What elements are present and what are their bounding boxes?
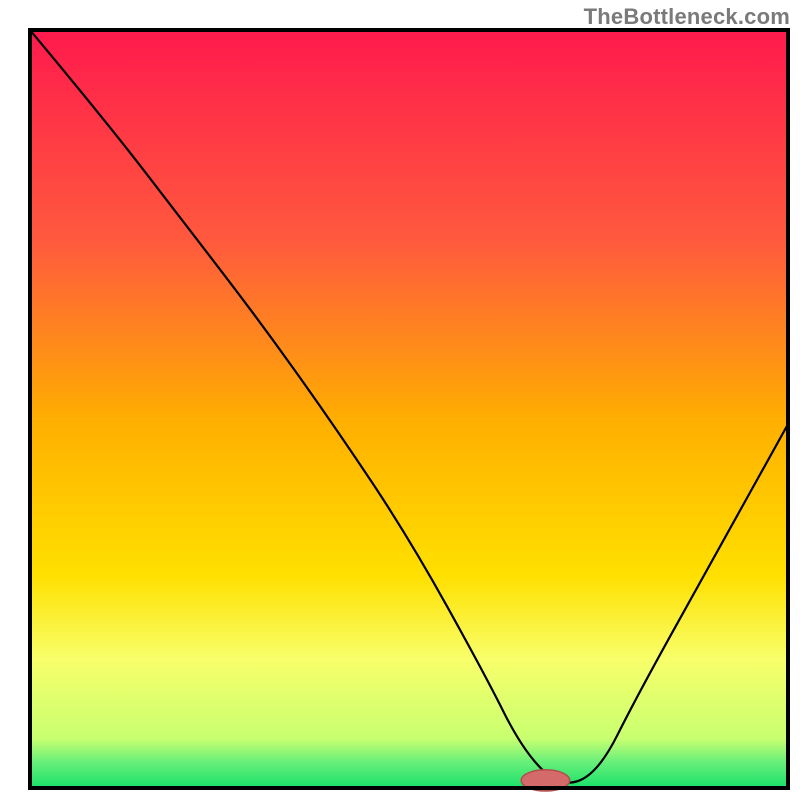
bottleneck-chart (0, 0, 800, 800)
plot-background (30, 30, 788, 788)
chart-container: TheBottleneck.com (0, 0, 800, 800)
